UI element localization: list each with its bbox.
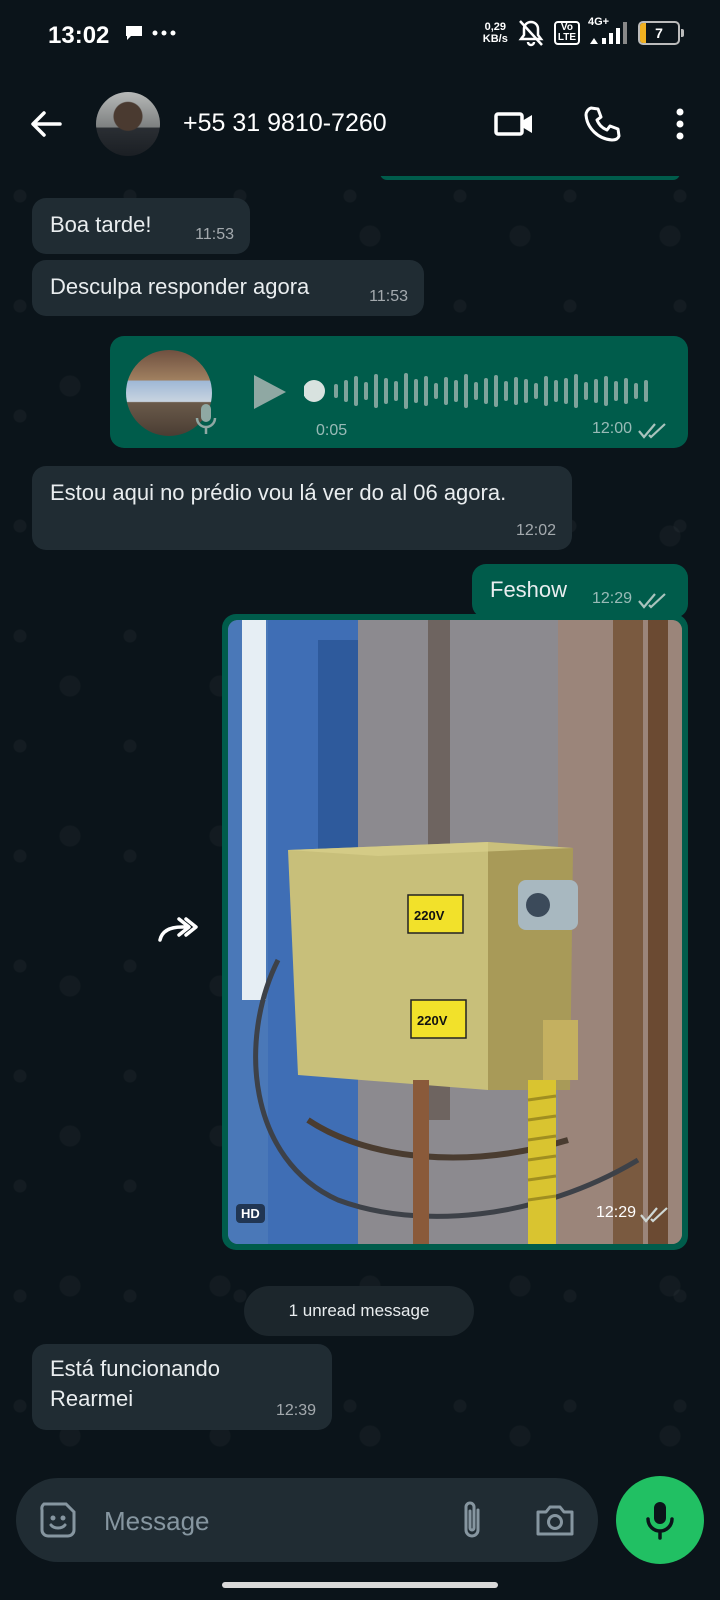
waveform-bar [444, 377, 448, 405]
message-incoming[interactable]: Estou aqui no prédio vou lá ver do al 06… [32, 466, 572, 550]
battery-level: 7 [655, 25, 663, 41]
chat-area[interactable]: Boa tarde! 11:53 Desculpa responder agor… [0, 176, 720, 1472]
message-bubble-partial [380, 176, 680, 180]
voice-record-button[interactable] [616, 1476, 704, 1564]
waveform-bar [524, 379, 528, 403]
network-speed-value: 0,29 [484, 21, 507, 33]
message-incoming[interactable]: Boa tarde! 11:53 [32, 198, 250, 254]
waveform-bar [414, 379, 418, 403]
read-receipt-icon [638, 593, 666, 609]
waveform-bar [334, 384, 338, 398]
waveform-bar [344, 380, 348, 402]
contact-avatar[interactable] [96, 92, 160, 156]
sticker-icon[interactable] [38, 1500, 78, 1540]
play-icon[interactable] [248, 372, 288, 412]
waveform-bar [604, 376, 608, 406]
waveform-bar [644, 380, 648, 402]
image-message[interactable]: 220V 220V HD 12:29 [222, 614, 688, 1250]
back-arrow-icon[interactable] [26, 104, 66, 144]
hd-badge: HD [236, 1204, 265, 1223]
waveform-bar [384, 378, 388, 404]
waveform-bar [534, 383, 538, 399]
message-incoming[interactable]: Desculpa responder agora 11:53 [32, 260, 424, 316]
waveform-bar [364, 382, 368, 400]
message-text: Estou aqui no prédio vou lá ver do al 06… [50, 480, 507, 505]
waveform-bar [434, 383, 438, 399]
waveform-bar [624, 378, 628, 404]
more-dots-icon [152, 30, 176, 36]
status-right: 0,29 KB/s Vo LTE 4G+ 7 [483, 16, 684, 48]
volte-badge: Vo LTE [553, 21, 580, 45]
waveform-bar [424, 376, 428, 406]
signal-icon [590, 22, 627, 44]
waveform-bar [564, 378, 568, 404]
read-receipt-icon [640, 1207, 668, 1223]
video-call-icon[interactable] [494, 104, 534, 144]
message-text: Feshow [490, 577, 568, 602]
waveform-bar [494, 375, 498, 407]
waveform-bar [454, 380, 458, 402]
waveform-bar [514, 377, 518, 405]
volte-bottom: LTE [557, 32, 576, 43]
menu-icon[interactable] [660, 104, 700, 144]
phone-icon[interactable] [582, 104, 622, 144]
message-text: Está funcionando Rearmei [50, 1356, 221, 1411]
message-incoming[interactable]: Está funcionando Rearmei 12:39 [32, 1344, 332, 1430]
voice-message[interactable]: 0:05 12:00 [110, 336, 688, 448]
forward-icon[interactable] [152, 906, 204, 958]
status-time: 13:02 [48, 22, 110, 49]
message-time: 11:53 [195, 226, 234, 243]
chat-bubble-icon [126, 26, 142, 40]
waveform-bar [474, 382, 478, 400]
waveform-bar [594, 379, 598, 403]
voltage-label: 220V [417, 1013, 448, 1028]
voltage-label: 220V [414, 908, 445, 923]
message-time: 12:29 [591, 590, 632, 607]
signal-group: 4G+ [588, 16, 630, 48]
mute-icon [518, 20, 544, 47]
waveform-bar [394, 381, 398, 401]
photo-electrical-box[interactable]: 220V 220V [228, 620, 682, 1244]
battery-indicator: 7 [638, 21, 684, 45]
read-receipt-icon [638, 423, 666, 439]
message-time: 11:53 [369, 288, 408, 305]
status-bar: 13:02 0,29 KB/s Vo LTE 4G+ 7 [0, 0, 720, 72]
message-time: 12:00 [591, 420, 632, 437]
status-left-icons [124, 24, 176, 42]
waveform-bar [574, 374, 578, 408]
waveform-bar [614, 381, 618, 401]
network-speed: 0,29 KB/s [483, 21, 508, 45]
message-time: 12:29 [595, 1204, 636, 1221]
message-outgoing[interactable]: Feshow 12:29 [472, 564, 688, 618]
waveform-bar [544, 376, 548, 406]
message-input[interactable]: Message [104, 1506, 210, 1537]
waveform-bar [484, 378, 488, 404]
message-time: 12:02 [515, 522, 556, 539]
waveform-bar [504, 381, 508, 401]
chat-header: +55 31 9810-7260 [0, 72, 720, 176]
gesture-nav-bar[interactable] [222, 1582, 498, 1588]
waveform-bar [634, 383, 638, 399]
message-text: Desculpa responder agora [50, 274, 310, 299]
network-speed-unit: KB/s [482, 33, 508, 45]
mic-icon [646, 1502, 674, 1540]
message-time: 12:39 [275, 1402, 316, 1419]
voice-mic-icon [195, 404, 217, 434]
waveform-bar [584, 382, 588, 400]
waveform-bar [464, 374, 468, 408]
contact-name[interactable]: +55 31 9810-7260 [183, 109, 387, 138]
waveform-bar [354, 376, 358, 406]
unread-divider: 1 unread message [244, 1286, 474, 1336]
voice-waveform[interactable] [304, 366, 664, 416]
message-composer[interactable]: Message [16, 1478, 598, 1562]
camera-icon[interactable] [534, 1500, 576, 1540]
waveform-bar [554, 380, 558, 402]
waveform-bar [404, 373, 408, 409]
waveform-bar [374, 374, 378, 408]
message-text: Boa tarde! [50, 212, 152, 237]
voice-duration: 0:05 [316, 422, 348, 439]
attach-icon[interactable] [452, 1498, 492, 1542]
